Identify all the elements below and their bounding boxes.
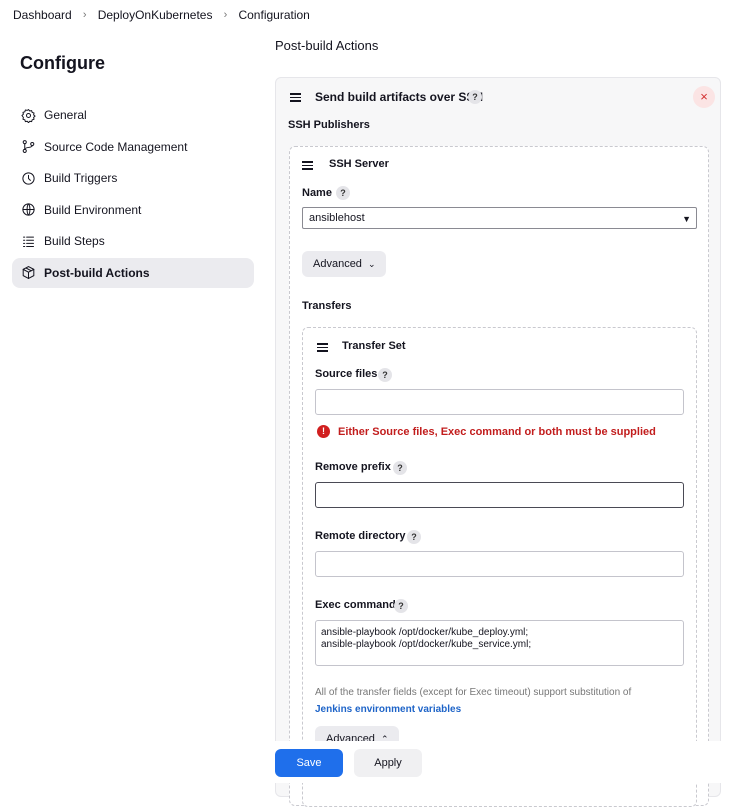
save-button[interactable]: Save xyxy=(275,749,343,777)
globe-icon xyxy=(21,202,36,217)
help-icon[interactable]: ? xyxy=(407,530,421,544)
sidebar-nav: General Source Code Management Build Tri… xyxy=(12,100,254,289)
remove-prefix-input[interactable] xyxy=(315,482,684,508)
git-branch-icon xyxy=(21,139,36,154)
chevron-down-icon: ▼ xyxy=(682,214,691,224)
advanced-label: Advanced xyxy=(313,258,362,270)
sidebar: Configure General Source Code Management… xyxy=(0,29,266,783)
transfers-label: Transfers xyxy=(302,300,352,312)
help-icon[interactable]: ? xyxy=(336,186,350,200)
sidebar-item-build-environment[interactable]: Build Environment xyxy=(12,195,254,225)
source-files-label: Source files xyxy=(315,368,378,380)
ssh-server-name-select[interactable]: ansiblehost ▼ xyxy=(302,207,697,229)
drag-handle-icon[interactable] xyxy=(317,343,328,352)
help-icon[interactable]: ? xyxy=(393,461,407,475)
publisher-card: Send build artifacts over SSH ? × SSH Pu… xyxy=(275,77,721,807)
breadcrumb-separator: › xyxy=(223,8,228,21)
error-text: Either Source files, Exec command or bot… xyxy=(338,425,656,438)
drag-handle-icon[interactable] xyxy=(290,93,301,102)
breadcrumb-separator: › xyxy=(82,8,87,21)
remote-directory-label: Remote directory xyxy=(315,530,406,542)
breadcrumb-dashboard[interactable]: Dashboard xyxy=(13,8,72,22)
ssh-publishers-label: SSH Publishers xyxy=(288,119,370,131)
help-icon[interactable]: ? xyxy=(378,368,392,382)
sidebar-item-label: Build Steps xyxy=(44,234,105,248)
page-title: Configure xyxy=(20,53,105,73)
source-files-input[interactable] xyxy=(315,389,684,415)
help-icon[interactable]: ? xyxy=(468,90,482,104)
ssh-server-title: SSH Server xyxy=(329,158,389,170)
sidebar-item-label: Build Triggers xyxy=(44,171,118,185)
sidebar-item-label: General xyxy=(44,108,87,122)
validation-error: ! Either Source files, Exec command or b… xyxy=(317,425,656,438)
breadcrumb-job[interactable]: DeployOnKubernetes xyxy=(98,8,213,22)
ssh-server-box: SSH Server Name ? ansiblehost ▼ Advanced… xyxy=(289,146,709,807)
jenkins-env-vars-link[interactable]: Jenkins environment variables xyxy=(315,704,461,715)
remote-directory-input[interactable] xyxy=(315,551,684,577)
apply-button[interactable]: Apply xyxy=(354,749,422,777)
close-icon[interactable]: × xyxy=(693,86,715,108)
sidebar-item-source-code-management[interactable]: Source Code Management xyxy=(12,132,254,162)
transfer-set-title: Transfer Set xyxy=(342,340,406,352)
breadcrumb-configuration[interactable]: Configuration xyxy=(238,8,309,22)
exec-command-textarea[interactable]: ansible-playbook /opt/docker/kube_deploy… xyxy=(315,620,684,666)
sidebar-item-label: Post-build Actions xyxy=(44,265,150,280)
substitution-note: All of the transfer fields (except for E… xyxy=(315,687,632,698)
transfer-set-box: Transfer Set Source files ? ! Either Sou… xyxy=(302,327,697,807)
sidebar-item-label: Source Code Management xyxy=(44,139,188,154)
bottom-action-bar: Save Apply xyxy=(266,741,729,783)
drag-handle-icon[interactable] xyxy=(302,161,313,170)
gear-icon xyxy=(21,108,36,123)
error-icon: ! xyxy=(317,425,330,438)
sidebar-item-post-build-actions[interactable]: Post-build Actions xyxy=(12,257,254,288)
exec-command-label: Exec command xyxy=(315,599,396,611)
sidebar-item-label: Build Environment xyxy=(44,202,142,217)
name-label: Name xyxy=(302,187,332,199)
select-value: ansiblehost xyxy=(309,212,365,224)
breadcrumb: Dashboard › DeployOnKubernetes › Configu… xyxy=(0,0,729,29)
chevron-down-icon: ⌄ xyxy=(367,258,376,269)
list-icon xyxy=(21,234,36,249)
help-icon[interactable]: ? xyxy=(394,599,408,613)
advanced-button[interactable]: Advanced ⌄ xyxy=(302,251,387,277)
clock-icon xyxy=(21,171,36,186)
sidebar-item-build-triggers[interactable]: Build Triggers xyxy=(12,163,254,193)
section-title: Post-build Actions xyxy=(275,38,379,53)
package-icon xyxy=(21,265,36,280)
sidebar-item-general[interactable]: General xyxy=(12,100,254,130)
remove-prefix-label: Remove prefix xyxy=(315,461,391,473)
publisher-title: Send build artifacts over SSH xyxy=(315,90,484,104)
sidebar-item-build-steps[interactable]: Build Steps xyxy=(12,226,254,256)
